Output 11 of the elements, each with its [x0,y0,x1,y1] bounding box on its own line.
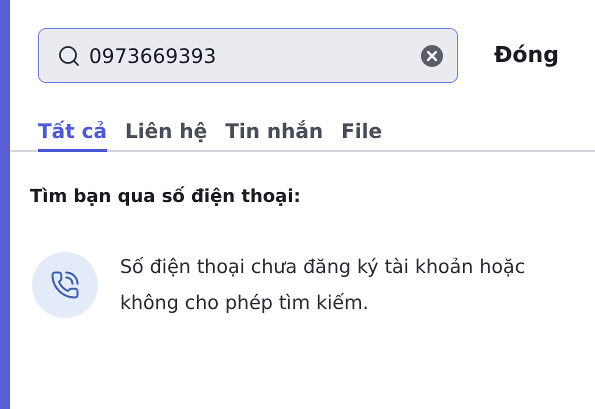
close-button[interactable]: Đóng [494,43,559,68]
search-icon [57,44,81,68]
search-text: 0973669393 [89,44,218,68]
message-text: Số điện thoại chưa đăng ký tài khoản hoặc không cho phép tìm kiếm. [120,255,526,316]
clear-icon[interactable] [421,44,443,66]
tab[interactable]: Tất cả [38,119,108,152]
tab[interactable]: Liên hệ [125,119,208,152]
tab[interactable]: File [341,119,382,152]
tab[interactable]: Tin nhắn [225,119,324,152]
search-field[interactable]: 0973669393 [38,28,458,83]
section-title: Tìm bạn qua số điện thoại: [29,185,302,207]
